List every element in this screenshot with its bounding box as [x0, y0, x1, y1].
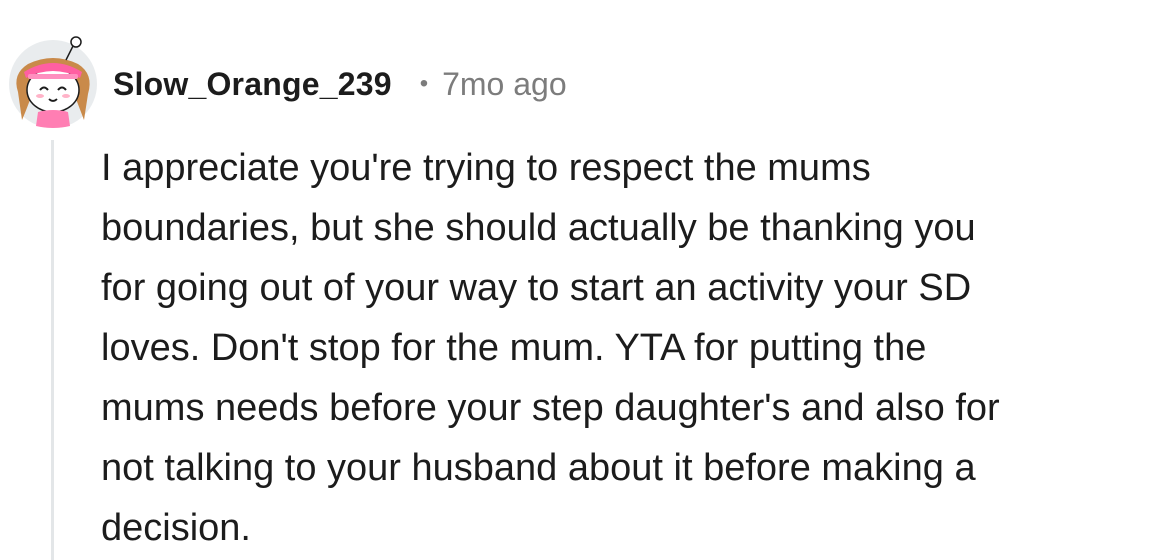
snoo-avatar-icon	[9, 36, 97, 128]
comment-body: I appreciate you're trying to respect th…	[101, 138, 1161, 558]
comment-body-line: for going out of your way to start an ac…	[101, 267, 972, 309]
comment-body-line: loves. Don't stop for the mum. YTA for p…	[101, 327, 927, 369]
comment-body-line: not talking to your husband about it bef…	[101, 447, 976, 489]
user-avatar[interactable]	[8, 34, 98, 130]
separator-dot: •	[419, 70, 429, 97]
comment-body-line: mums needs before your step daughter's a…	[101, 387, 1000, 429]
comment-body-line: boundaries, but she should actually be t…	[101, 207, 976, 249]
username-link[interactable]: Slow_Orange_239	[113, 66, 392, 103]
thread-line[interactable]	[51, 140, 54, 560]
comment: Slow_Orange_239 • 7mo ago I appreciate y…	[0, 0, 1168, 560]
comment-body-line: I appreciate you're trying to respect th…	[101, 147, 871, 189]
comment-body-line: decision.	[101, 507, 251, 549]
comment-meta: Slow_Orange_239 • 7mo ago	[113, 62, 567, 106]
timestamp[interactable]: 7mo ago	[442, 66, 567, 103]
